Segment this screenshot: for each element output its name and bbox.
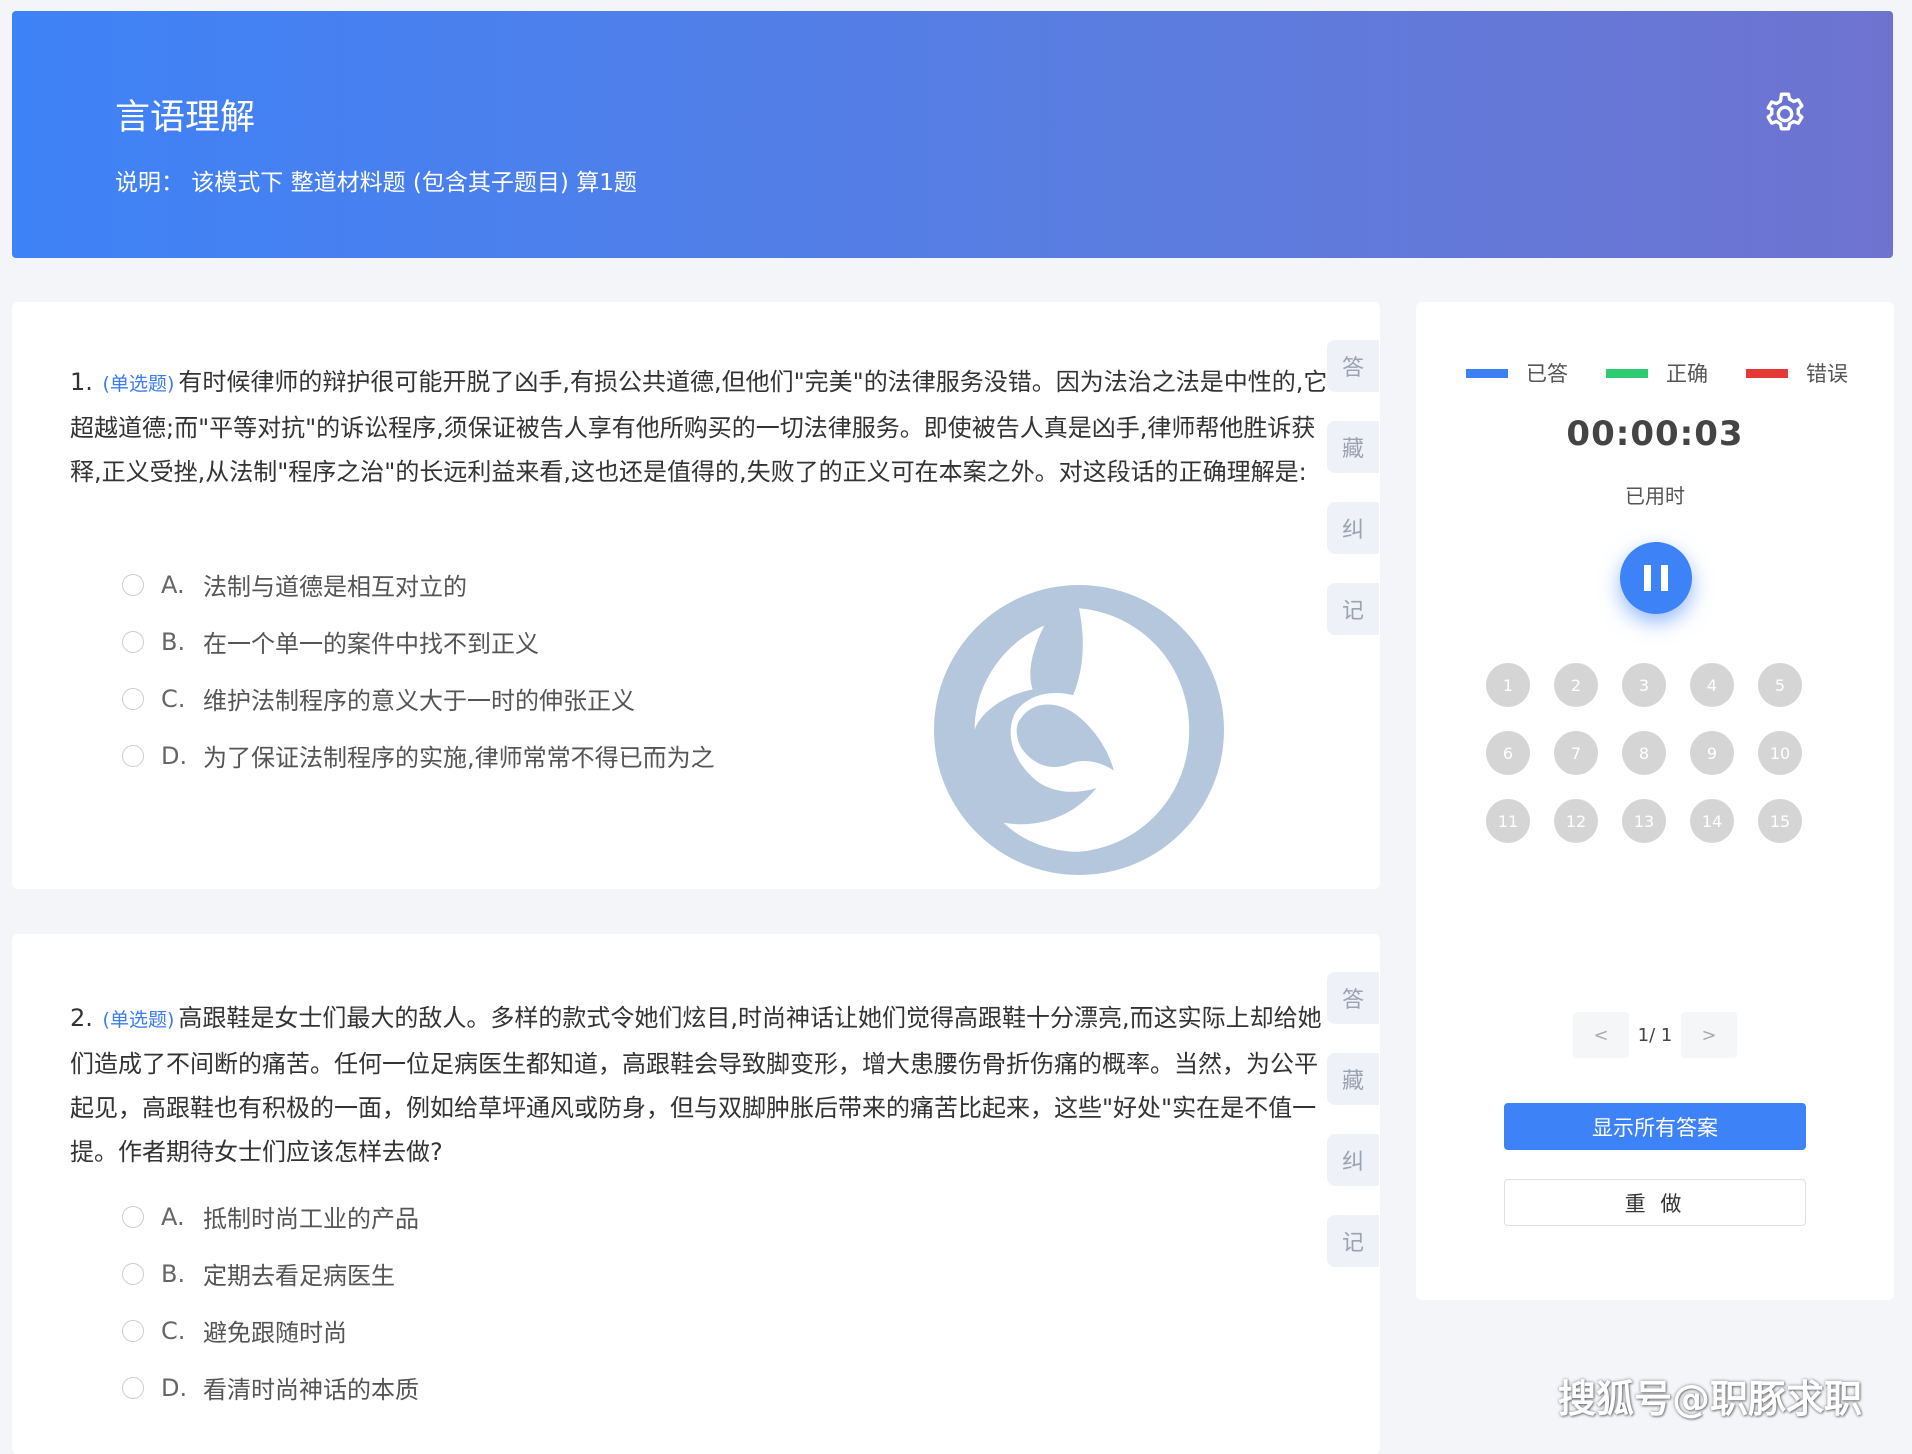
prev-page-button[interactable]: < <box>1573 1012 1629 1058</box>
question-nav-8[interactable]: 8 <box>1622 731 1666 775</box>
question-number-grid: 1 2 3 4 5 6 7 8 9 10 11 12 13 14 15 <box>1486 663 1826 843</box>
radio-button[interactable] <box>122 687 144 710</box>
legend-wrong: 错误 <box>1746 358 1848 388</box>
next-page-button[interactable]: > <box>1681 1012 1737 1058</box>
option-letter: A. <box>161 570 185 599</box>
favorite-tab[interactable]: 藏 <box>1327 1053 1379 1105</box>
radio-button[interactable] <box>122 1376 144 1399</box>
timer-label: 已用时 <box>1625 484 1685 508</box>
legend-correct-swatch <box>1606 368 1648 378</box>
legend-label: 正确 <box>1666 362 1708 386</box>
option-b[interactable]: B. 在一个单一的案件中找不到正义 <box>122 613 715 670</box>
page-title: 言语理解 <box>115 98 256 138</box>
radio-button[interactable] <box>122 1205 144 1228</box>
pagination: < 1/ 1 > <box>1573 1012 1737 1058</box>
option-text: 为了保证法制程序的实施,律师常常不得已而为之 <box>203 744 715 772</box>
question-card-2: 2. (单选题) 高跟鞋是女士们最大的敌人。多样的款式令她们炫目,时尚神话让她们觉… <box>12 934 1380 1454</box>
option-text: 维护法制程序的意义大于一时的伸张正义 <box>203 687 635 715</box>
option-letter: D. <box>161 1373 188 1402</box>
notes-tab[interactable]: 记 <box>1327 583 1379 635</box>
option-text: 避免跟随时尚 <box>203 1319 347 1347</box>
show-all-answers-button[interactable]: 显示所有答案 <box>1504 1103 1806 1150</box>
option-list: A. 抵制时尚工业的产品 B. 定期去看足病医生 C. 避免跟随时尚 D. 看清时尚神话… <box>122 1188 419 1416</box>
question-stem: 1. (单选题) 有时候律师的辩护很可能开脱了凶手,有损公共道德,但他们"完美"的… <box>70 360 1332 494</box>
option-a[interactable]: A. 法制与道德是相互对立的 <box>122 556 715 613</box>
question-nav-10[interactable]: 10 <box>1758 731 1802 775</box>
option-list: A. 法制与道德是相互对立的 B. 在一个单一的案件中找不到正义 C. 维护法制程序的… <box>122 556 715 784</box>
question-card-1: 1. (单选题) 有时候律师的辩护很可能开脱了凶手,有损公共道德,但他们"完美"的… <box>12 302 1380 889</box>
question-number: 1. <box>70 368 93 396</box>
question-nav-3[interactable]: 3 <box>1622 663 1666 707</box>
answer-sheet-panel: 已答 正确 错误 00:00:03 已用时 1 2 3 4 5 6 7 8 9 … <box>1416 302 1894 1300</box>
question-type-tag: (单选题) <box>102 373 175 395</box>
question-number: 2. <box>70 1004 93 1032</box>
question-text: 有时候律师的辩护很可能开脱了凶手,有损公共道德,但他们"完美"的法律服务没错。因… <box>70 368 1328 486</box>
legend-label: 已答 <box>1526 362 1568 386</box>
question-tools: 答 藏 纠 记 <box>1327 340 1379 664</box>
legend-answered: 已答 <box>1466 358 1568 388</box>
option-letter: C. <box>161 1316 186 1345</box>
question-nav-13[interactable]: 13 <box>1622 799 1666 843</box>
question-type-tag: (单选题) <box>102 1009 175 1031</box>
option-letter: A. <box>161 1202 185 1231</box>
option-text: 定期去看足病医生 <box>203 1262 395 1290</box>
option-d[interactable]: D. 为了保证法制程序的实施,律师常常不得已而为之 <box>122 727 715 784</box>
question-nav-4[interactable]: 4 <box>1690 663 1734 707</box>
option-c[interactable]: C. 避免跟随时尚 <box>122 1302 419 1359</box>
dolphin-logo-watermark <box>934 585 1224 875</box>
question-nav-11[interactable]: 11 <box>1486 799 1530 843</box>
legend-answered-swatch <box>1466 368 1508 378</box>
option-text: 抵制时尚工业的产品 <box>203 1205 419 1233</box>
pause-button[interactable] <box>1620 542 1692 614</box>
question-nav-9[interactable]: 9 <box>1690 731 1734 775</box>
question-nav-7[interactable]: 7 <box>1554 731 1598 775</box>
question-text: 高跟鞋是女士们最大的敌人。多样的款式令她们炫目,时尚神话让她们觉得高跟鞋十分漂亮… <box>70 1004 1322 1166</box>
mode-description: 说明： 该模式下 整道材料题 (包含其子题目) 算1题 <box>115 170 637 196</box>
legend-label: 错误 <box>1806 362 1848 386</box>
answer-tab[interactable]: 答 <box>1327 972 1379 1024</box>
pause-icon <box>1644 565 1651 591</box>
source-watermark: 搜狐号@职豚求职 <box>1558 1377 1863 1421</box>
radio-button[interactable] <box>122 573 144 596</box>
option-text: 看清时尚神话的本质 <box>203 1376 419 1404</box>
report-error-tab[interactable]: 纠 <box>1327 1134 1379 1186</box>
option-letter: B. <box>161 627 186 656</box>
option-text: 在一个单一的案件中找不到正义 <box>203 630 539 658</box>
elapsed-timer: 00:00:03 <box>1566 414 1744 454</box>
pause-icon <box>1661 565 1668 591</box>
option-a[interactable]: A. 抵制时尚工业的产品 <box>122 1188 419 1245</box>
question-nav-14[interactable]: 14 <box>1690 799 1734 843</box>
question-nav-15[interactable]: 15 <box>1758 799 1802 843</box>
redo-button[interactable]: 重 做 <box>1504 1179 1806 1226</box>
question-nav-2[interactable]: 2 <box>1554 663 1598 707</box>
page-indicator: 1/ 1 <box>1637 1024 1673 1046</box>
favorite-tab[interactable]: 藏 <box>1327 421 1379 473</box>
question-stem: 2. (单选题) 高跟鞋是女士们最大的敌人。多样的款式令她们炫目,时尚神话让她们觉… <box>70 996 1332 1174</box>
option-d[interactable]: D. 看清时尚神话的本质 <box>122 1359 419 1416</box>
radio-button[interactable] <box>122 1319 144 1342</box>
radio-button[interactable] <box>122 1262 144 1285</box>
answer-tab[interactable]: 答 <box>1327 340 1379 392</box>
gear-icon[interactable] <box>1760 89 1810 139</box>
question-nav-12[interactable]: 12 <box>1554 799 1598 843</box>
option-letter: C. <box>161 684 186 713</box>
option-letter: B. <box>161 1259 186 1288</box>
option-letter: D. <box>161 741 188 770</box>
radio-button[interactable] <box>122 630 144 653</box>
page-header: 言语理解 说明： 该模式下 整道材料题 (包含其子题目) 算1题 <box>12 11 1893 258</box>
radio-button[interactable] <box>122 744 144 767</box>
option-text: 法制与道德是相互对立的 <box>203 573 467 601</box>
legend-wrong-swatch <box>1746 368 1788 378</box>
report-error-tab[interactable]: 纠 <box>1327 502 1379 554</box>
question-tools: 答 藏 纠 记 <box>1327 972 1379 1296</box>
question-nav-1[interactable]: 1 <box>1486 663 1530 707</box>
notes-tab[interactable]: 记 <box>1327 1215 1379 1267</box>
question-nav-6[interactable]: 6 <box>1486 731 1530 775</box>
legend-correct: 正确 <box>1606 358 1708 388</box>
option-b[interactable]: B. 定期去看足病医生 <box>122 1245 419 1302</box>
question-nav-5[interactable]: 5 <box>1758 663 1802 707</box>
option-c[interactable]: C. 维护法制程序的意义大于一时的伸张正义 <box>122 670 715 727</box>
